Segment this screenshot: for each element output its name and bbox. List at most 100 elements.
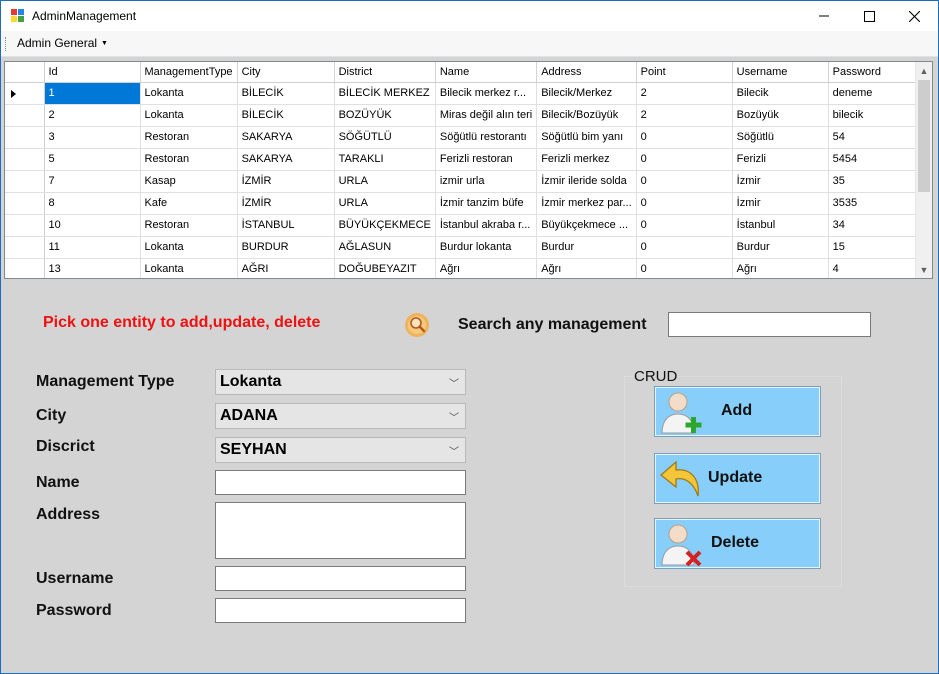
delete-button[interactable]: Delete xyxy=(654,518,821,569)
cell-city[interactable]: BİLECİK xyxy=(237,82,335,105)
cell-city[interactable]: İZMİR xyxy=(237,170,335,193)
cell-address[interactable]: Söğütlü bim yanı xyxy=(536,126,637,149)
column-header-district[interactable]: District xyxy=(334,62,436,83)
cell-password[interactable]: 4 xyxy=(828,258,926,278)
cell-district[interactable]: URLA xyxy=(334,192,436,215)
cell-name[interactable]: Ağrı xyxy=(435,258,538,278)
column-header-address[interactable]: Address xyxy=(536,62,637,83)
column-header-point[interactable]: Point xyxy=(636,62,733,83)
cell-management-type[interactable]: Lokanta xyxy=(140,258,238,278)
username-input[interactable] xyxy=(215,566,466,591)
cell-city[interactable]: İSTANBUL xyxy=(237,214,335,237)
cell-district[interactable]: DOĞUBEYAZIT xyxy=(334,258,436,278)
cell-address[interactable]: Burdur xyxy=(536,236,637,259)
cell-id[interactable]: 5 xyxy=(44,148,141,171)
cell-id[interactable]: 11 xyxy=(44,236,141,259)
scroll-down-icon[interactable]: ▼ xyxy=(916,261,932,278)
cell-district[interactable]: BİLECİK MERKEZ xyxy=(334,82,436,105)
password-input[interactable] xyxy=(215,598,466,623)
cell-city[interactable]: BİLECİK xyxy=(237,104,335,127)
cell-point[interactable]: 0 xyxy=(636,214,733,237)
cell-username[interactable]: Ferizli xyxy=(732,148,829,171)
cell-name[interactable]: Burdur lokanta xyxy=(435,236,538,259)
column-header-password[interactable]: Password xyxy=(828,62,926,83)
cell-city[interactable]: İZMİR xyxy=(237,192,335,215)
cell-district[interactable]: SÖĞÜTLÜ xyxy=(334,126,436,149)
cell-name[interactable]: Bilecik merkez r... xyxy=(435,82,538,105)
close-button[interactable] xyxy=(891,1,937,31)
cell-password[interactable]: 35 xyxy=(828,170,926,193)
address-textarea[interactable] xyxy=(215,502,466,559)
cell-point[interactable]: 2 xyxy=(636,82,733,105)
cell-username[interactable]: İstanbul xyxy=(732,214,829,237)
city-combo[interactable]: ADANA ﹀ xyxy=(215,403,466,429)
cell-management-type[interactable]: Kasap xyxy=(140,170,238,193)
cell-management-type[interactable]: Restoran xyxy=(140,148,238,171)
cell-district[interactable]: AĞLASUN xyxy=(334,236,436,259)
cell-address[interactable]: Büyükçekmece ... xyxy=(536,214,637,237)
column-header-id[interactable]: Id xyxy=(44,62,141,83)
cell-point[interactable]: 0 xyxy=(636,148,733,171)
cell-district[interactable]: BÜYÜKÇEKMECE xyxy=(334,214,436,237)
table-row[interactable]: 5 Restoran SAKARYA TARAKLI Ferizli restoran F… xyxy=(5,148,926,171)
row-header[interactable] xyxy=(5,126,45,149)
add-button[interactable]: Add xyxy=(654,386,821,437)
row-header[interactable] xyxy=(5,236,45,259)
cell-id[interactable]: 8 xyxy=(44,192,141,215)
cell-password[interactable]: bilecik xyxy=(828,104,926,127)
cell-district[interactable]: BOZÜYÜK xyxy=(334,104,436,127)
cell-address[interactable]: İzmir ileride solda xyxy=(536,170,637,193)
cell-id[interactable]: 3 xyxy=(44,126,141,149)
cell-management-type[interactable]: Kafe xyxy=(140,192,238,215)
cell-address[interactable]: İzmir merkez par... xyxy=(536,192,637,215)
cell-username[interactable]: Burdur xyxy=(732,236,829,259)
update-button[interactable]: Update xyxy=(654,453,821,504)
cell-city[interactable]: AĞRI xyxy=(237,258,335,278)
cell-name[interactable]: Ferizli restoran xyxy=(435,148,538,171)
row-header[interactable] xyxy=(5,214,45,237)
cell-management-type[interactable]: Lokanta xyxy=(140,104,238,127)
table-row[interactable]: 7 Kasap İZMİR URLA izmir urla İzmir ileride s… xyxy=(5,170,926,193)
cell-point[interactable]: 0 xyxy=(636,258,733,278)
cell-name[interactable]: İstanbul akraba r... xyxy=(435,214,538,237)
cell-city[interactable]: SAKARYA xyxy=(237,126,335,149)
cell-password[interactable]: 54 xyxy=(828,126,926,149)
maximize-button[interactable] xyxy=(846,1,892,31)
cell-username[interactable]: İzmir xyxy=(732,170,829,193)
cell-district[interactable]: URLA xyxy=(334,170,436,193)
cell-district[interactable]: TARAKLI xyxy=(334,148,436,171)
cell-point[interactable]: 0 xyxy=(636,192,733,215)
cell-city[interactable]: SAKARYA xyxy=(237,148,335,171)
table-row[interactable]: 8 Kafe İZMİR URLA İzmir tanzim büfe İzmir mer… xyxy=(5,192,926,215)
cell-point[interactable]: 0 xyxy=(636,236,733,259)
scrollbar-thumb[interactable] xyxy=(918,80,930,192)
cell-name[interactable]: İzmir tanzim büfe xyxy=(435,192,538,215)
table-row[interactable]: 2 Lokanta BİLECİK BOZÜYÜK Miras değil alın t… xyxy=(5,104,926,127)
row-header[interactable] xyxy=(5,82,45,105)
row-header[interactable] xyxy=(5,192,45,215)
cell-password[interactable]: 15 xyxy=(828,236,926,259)
admin-general-menu[interactable]: Admin General ▼ xyxy=(13,35,112,53)
cell-address[interactable]: Bilecik/Merkez xyxy=(536,82,637,105)
cell-password[interactable]: 5454 xyxy=(828,148,926,171)
row-header[interactable] xyxy=(5,148,45,171)
district-combo[interactable]: SEYHAN ﹀ xyxy=(215,437,466,463)
cell-password[interactable]: deneme xyxy=(828,82,926,105)
cell-name[interactable]: izmir urla xyxy=(435,170,538,193)
magnifier-search-icon[interactable] xyxy=(403,312,432,338)
cell-address[interactable]: Ferizli merkez xyxy=(536,148,637,171)
cell-city[interactable]: BURDUR xyxy=(237,236,335,259)
cell-name[interactable]: Söğütlü restorantı xyxy=(435,126,538,149)
cell-username[interactable]: Bozüyük xyxy=(732,104,829,127)
cell-point[interactable]: 2 xyxy=(636,104,733,127)
cell-address[interactable]: Ağrı xyxy=(536,258,637,278)
cell-management-type[interactable]: Restoran xyxy=(140,214,238,237)
table-row[interactable]: 3 Restoran SAKARYA SÖĞÜTLÜ Söğütlü restorant… xyxy=(5,126,926,149)
row-header[interactable] xyxy=(5,258,45,278)
cell-username[interactable]: Ağrı xyxy=(732,258,829,278)
cell-name[interactable]: Miras değil alın teri xyxy=(435,104,538,127)
cell-username[interactable]: Söğütlü xyxy=(732,126,829,149)
search-input[interactable] xyxy=(668,312,871,337)
cell-id[interactable]: 10 xyxy=(44,214,141,237)
cell-management-type[interactable]: Restoran xyxy=(140,126,238,149)
